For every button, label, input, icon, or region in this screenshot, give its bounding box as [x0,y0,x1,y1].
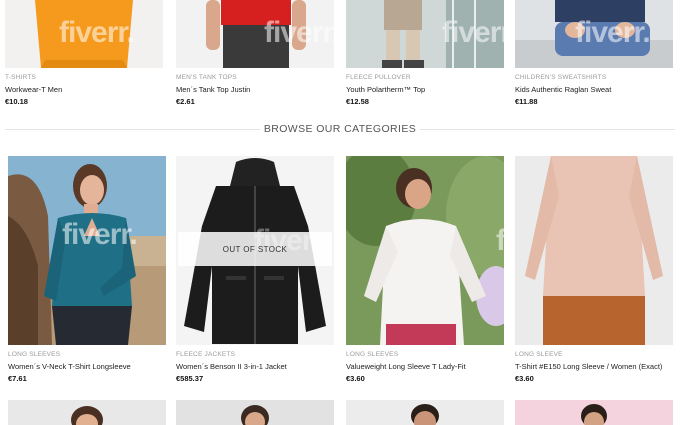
product-price: €3.60 [515,374,534,383]
product-image[interactable]: fiverr. [515,0,673,68]
product-category: MEN'S TANK TOPS [176,74,237,81]
product-name[interactable]: Women´s Benson II 3-in-1 Jacket [176,362,334,371]
section-title: BROWSE OUR CATEGORIES [263,123,417,135]
product-name[interactable]: T-Shirt #E150 Long Sleeve / Women (Exact… [515,362,673,371]
product-category: FLEECE JACKETS [176,351,236,358]
product-category: LONG SLEEVES [8,351,61,358]
product-price: €2.61 [176,97,195,106]
product-name[interactable]: Kids Authentic Raglan Sweat [515,85,673,94]
out-of-stock-badge: OUT OF STOCK [178,232,332,266]
product-image[interactable] [346,400,504,425]
product-name[interactable]: Women´s V-Neck T-Shirt Longsleeve [8,362,166,371]
section-heading: BROWSE OUR CATEGORIES [0,122,680,136]
product-image[interactable]: fiverr. [8,156,166,345]
product-card[interactable]: LONG SLEEVE T-Shirt #E150 Long Sleeve / … [515,156,673,383]
product-price: €585.37 [176,374,204,383]
product-image[interactable]: fiverr. [176,0,334,68]
product-price: €11.88 [515,97,538,106]
product-card[interactable]: fiverr. T-SHIRTS Workwear-T Men €10.18 [5,0,163,106]
product-image[interactable]: fiverr. [346,156,504,345]
product-card[interactable]: fiverr. LONG SLEEVES Valueweight Long Sl… [346,156,504,383]
product-card[interactable] [176,400,334,425]
product-price: €10.18 [5,97,28,106]
product-category: LONG SLEEVE [515,351,563,358]
product-card[interactable]: fiverr. OUT OF STOCK FLEECE JACKETS Wome… [176,156,334,383]
product-name[interactable]: Men´s Tank Top Justin [176,85,334,94]
product-price: €7.61 [8,374,27,383]
product-image[interactable]: fiverr. [346,0,504,68]
product-category: LONG SLEEVES [346,351,399,358]
product-image[interactable]: fiverr. OUT OF STOCK [176,156,334,345]
product-image[interactable] [176,400,334,425]
product-category: CHILDREN'S SWEATSHIRTS [515,74,607,81]
product-name[interactable]: Youth Polartherm™ Top [346,85,504,94]
product-image[interactable] [515,156,673,345]
product-category: FLEECE PULLOVER [346,74,411,81]
product-card[interactable]: fiverr. CHILDREN'S SWEATSHIRTS Kids Auth… [515,0,673,106]
product-price: €3.60 [346,374,365,383]
product-name[interactable]: Workwear-T Men [5,85,163,94]
product-card[interactable]: fiverr. LONG SLEEVES Women´s V-Neck T-Sh… [8,156,166,383]
product-name[interactable]: Valueweight Long Sleeve T Lady-Fit [346,362,504,371]
product-card[interactable]: fiverr. FLEECE PULLOVER Youth Polartherm… [346,0,504,106]
product-image[interactable] [515,400,673,425]
product-image[interactable]: fiverr. [5,0,163,68]
product-price: €12.58 [346,97,369,106]
product-card[interactable] [515,400,673,425]
product-card[interactable]: fiverr. MEN'S TANK TOPS Men´s Tank Top J… [176,0,334,106]
product-category: T-SHIRTS [5,74,37,81]
product-image[interactable] [8,400,166,425]
product-card[interactable] [8,400,166,425]
product-card[interactable] [346,400,504,425]
